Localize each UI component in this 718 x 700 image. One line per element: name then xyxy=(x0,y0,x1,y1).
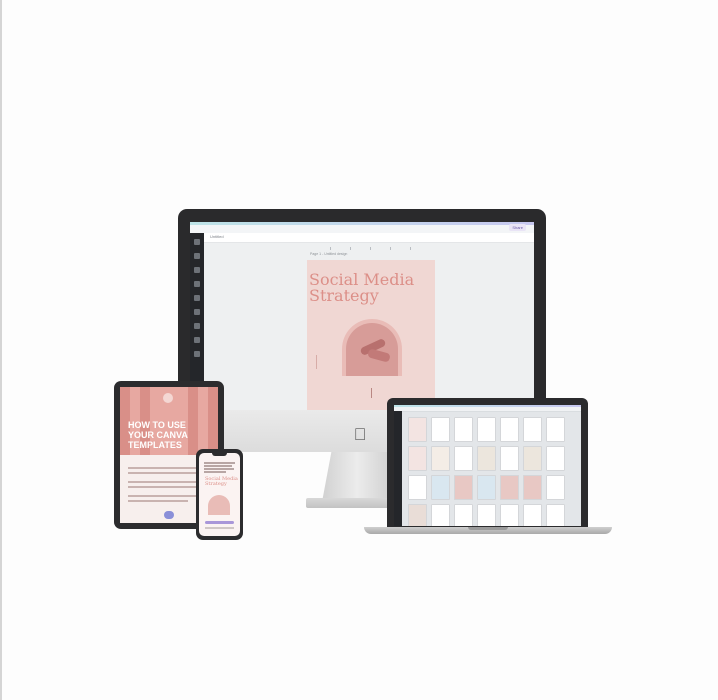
topbar-accent xyxy=(394,405,581,407)
page-title: Social Media Strategy xyxy=(309,270,415,305)
template-thumbnail[interactable] xyxy=(431,504,450,526)
elements-icon[interactable] xyxy=(194,253,200,259)
template-thumbnail[interactable] xyxy=(500,504,519,526)
tablet-title: HOW TO USE YOUR CANVA TEMPLATES xyxy=(128,420,188,450)
template-thumbnail[interactable] xyxy=(477,475,496,500)
template-thumbnail[interactable] xyxy=(546,446,565,471)
laptop-topbar xyxy=(394,405,581,412)
body-text-line xyxy=(128,500,188,502)
design-page[interactable]: Social Media Strategy xyxy=(307,260,435,410)
template-thumbnail[interactable] xyxy=(408,417,427,442)
body-text-line xyxy=(204,468,234,470)
template-thumbnail[interactable] xyxy=(408,504,427,526)
template-thumbnail[interactable] xyxy=(523,475,542,500)
body-text-line xyxy=(204,465,232,467)
template-thumbnail[interactable] xyxy=(454,504,473,526)
apple-icon:  xyxy=(350,425,370,445)
body-text-line xyxy=(205,527,234,529)
template-grid xyxy=(408,417,580,526)
template-thumbnail[interactable] xyxy=(523,417,542,442)
template-thumbnail[interactable] xyxy=(431,475,450,500)
page-label: Page 1 - Untitled design xyxy=(310,252,348,256)
photo-figure xyxy=(367,348,391,363)
ruler-tick xyxy=(370,247,371,250)
phone-screen: Social Media Strategy xyxy=(199,453,240,536)
body-text-line xyxy=(128,486,198,488)
editor-toolbar: Untitled xyxy=(204,233,534,243)
template-thumbnail[interactable] xyxy=(500,475,519,500)
ruler-tick xyxy=(410,247,411,250)
template-thumbnail[interactable] xyxy=(546,475,565,500)
body-text-line xyxy=(128,472,202,474)
template-thumbnail[interactable] xyxy=(454,417,473,442)
template-thumbnail[interactable] xyxy=(500,446,519,471)
folders-icon[interactable] xyxy=(194,323,200,329)
template-thumbnail[interactable] xyxy=(408,446,427,471)
logo-badge xyxy=(163,393,173,403)
laptop-screen xyxy=(394,405,581,526)
template-thumbnail[interactable] xyxy=(477,446,496,471)
template-thumbnail[interactable] xyxy=(454,446,473,471)
design-title[interactable]: Untitled xyxy=(210,234,224,239)
phone-arch-photo xyxy=(208,495,230,515)
template-thumbnail[interactable] xyxy=(454,475,473,500)
laptop-notch xyxy=(468,527,508,530)
photos-icon[interactable] xyxy=(194,295,200,301)
arch-photo xyxy=(346,323,398,376)
template-thumbnail[interactable] xyxy=(477,417,496,442)
ruler-tick xyxy=(350,247,351,250)
page-edge xyxy=(0,0,2,700)
ruler-tick xyxy=(390,247,391,250)
body-text-line xyxy=(204,471,226,473)
template-thumbnail[interactable] xyxy=(546,504,565,526)
text-icon[interactable] xyxy=(194,267,200,273)
tablet-hero: HOW TO USE YOUR CANVA TEMPLATES xyxy=(120,387,218,455)
ruler-tick xyxy=(330,247,331,250)
uploads-icon[interactable] xyxy=(194,281,200,287)
design-icon[interactable] xyxy=(194,239,200,245)
body-text-line xyxy=(204,462,235,464)
share-button[interactable]: Share xyxy=(509,224,526,231)
page-accent-line xyxy=(316,355,317,369)
template-thumbnail[interactable] xyxy=(546,417,565,442)
topbar-accent xyxy=(190,222,534,225)
imac-screen: Share Untitled Page 1 - Untitled design … xyxy=(190,222,534,410)
phone-bezel: Social Media Strategy xyxy=(196,449,243,540)
template-thumbnail[interactable] xyxy=(477,504,496,526)
tablet-home-button[interactable] xyxy=(164,511,174,519)
template-thumbnail[interactable] xyxy=(431,446,450,471)
more-icon[interactable] xyxy=(194,337,200,343)
template-thumbnail[interactable] xyxy=(408,475,427,500)
phone-cta-button[interactable] xyxy=(205,521,234,524)
phone-title: Social Media Strategy xyxy=(205,476,238,487)
laptop-sidebar xyxy=(394,411,402,526)
template-thumbnail[interactable] xyxy=(523,504,542,526)
page-accent-line xyxy=(371,388,372,398)
phone-notch xyxy=(212,453,227,456)
videos-icon[interactable] xyxy=(194,309,200,315)
template-thumbnail[interactable] xyxy=(500,417,519,442)
template-thumbnail[interactable] xyxy=(523,446,542,471)
apps-icon[interactable] xyxy=(194,351,200,357)
template-thumbnail[interactable] xyxy=(431,417,450,442)
